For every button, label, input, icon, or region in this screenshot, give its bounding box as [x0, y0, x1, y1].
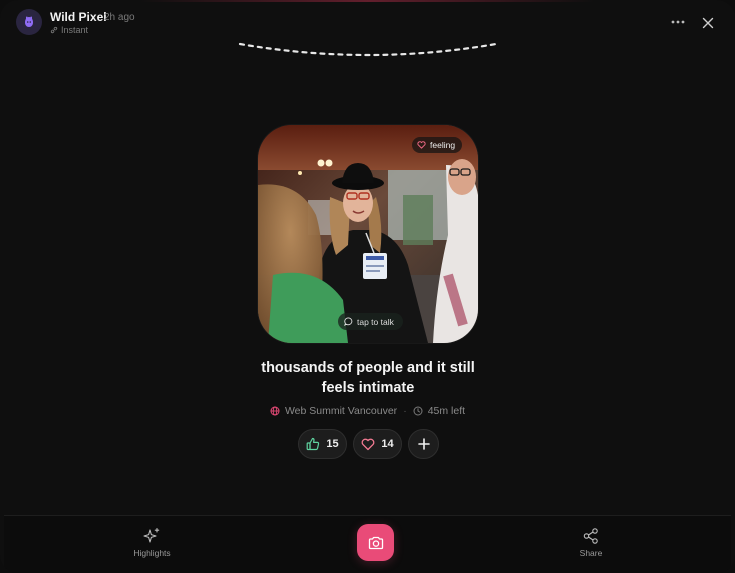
thumbs-up-icon [306, 437, 320, 451]
mood-chip-label: feeling [430, 140, 456, 150]
tap-to-talk-label: tap to talk [357, 316, 394, 327]
heart-outline-icon [417, 141, 426, 149]
photo-illustration [258, 125, 478, 343]
caption-line-2: feels intimate [321, 380, 415, 396]
tap-to-talk-chip[interactable]: tap to talk [338, 313, 403, 330]
post-photo[interactable] [258, 125, 478, 343]
close-icon [702, 17, 714, 29]
share-icon [583, 528, 598, 544]
post-meta: Web Summit Vancouver · 45m left [0, 405, 735, 417]
share-tab[interactable]: Share [561, 527, 621, 558]
close-button[interactable] [699, 14, 717, 32]
more-icon [671, 20, 685, 24]
post-time: 2h ago [104, 12, 135, 23]
more-options-button[interactable] [668, 14, 688, 30]
reaction-bar: 15 14 [298, 429, 439, 459]
link-icon [50, 26, 58, 34]
post-mode: Instant [50, 25, 88, 35]
author-name[interactable]: Wild Pixel [50, 10, 107, 24]
post-mode-label: Instant [61, 25, 89, 35]
highlights-tab[interactable]: Highlights [122, 527, 182, 558]
heart-count: 14 [381, 438, 394, 450]
camera-button[interactable] [357, 524, 394, 561]
highlights-label: Highlights [133, 548, 171, 558]
camera-icon [368, 536, 383, 549]
chat-bubble-icon [344, 317, 353, 326]
like-count: 15 [326, 438, 339, 450]
like-button[interactable]: 15 [298, 429, 347, 459]
share-label: Share [579, 548, 603, 558]
heart-icon [361, 438, 375, 450]
add-reaction-button[interactable] [408, 429, 439, 459]
story-progress-arc [238, 42, 498, 57]
plus-icon [417, 438, 430, 450]
location-tag[interactable]: Web Summit Vancouver [270, 405, 397, 417]
time-left-label: 45m left [427, 405, 466, 417]
post-viewer: Wild Pixel 2h ago Instant feeling tap to… [0, 0, 735, 573]
meta-separator: · [403, 405, 407, 417]
globe-icon [270, 406, 280, 416]
avatar-pixel-icon [25, 16, 33, 27]
time-left: 45m left [413, 405, 465, 417]
top-accent-line [140, 0, 595, 2]
clock-icon [413, 406, 423, 416]
avatar[interactable] [16, 9, 42, 35]
mood-chip[interactable]: feeling [412, 137, 463, 153]
caption-line-1: thousands of people and it still [261, 360, 475, 376]
post-caption: thousands of people and it still feels i… [232, 358, 504, 398]
location-label: Web Summit Vancouver [284, 405, 398, 417]
heart-button[interactable]: 14 [353, 429, 402, 459]
sparkles-icon [143, 527, 160, 543]
